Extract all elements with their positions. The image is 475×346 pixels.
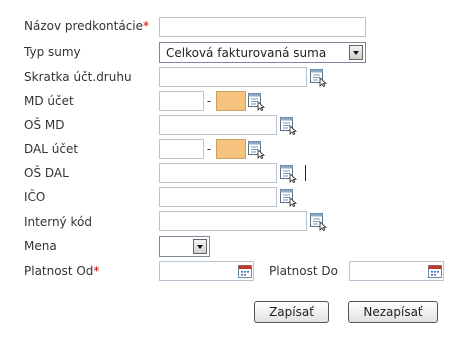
list-lookup-icon[interactable] [246,139,266,159]
list-lookup-icon[interactable] [278,115,298,135]
cancel-button[interactable]: Nezapísať [348,301,438,323]
interny-kod-label: Interný kód [24,215,92,229]
os-dal-label: OŠ DAL [24,166,69,180]
ico-label: IČO [24,190,46,204]
chevron-down-icon[interactable] [349,45,363,60]
platnost-do-label: Platnost Do [269,264,338,278]
text-cursor [305,165,306,181]
required-marker: * [143,19,150,33]
chevron-down-icon[interactable] [193,239,207,254]
calendar-icon[interactable] [235,261,255,281]
calendar-icon[interactable] [425,261,445,281]
os-dal-input[interactable] [159,163,277,183]
skratka-label: Skratka účt.druhu [24,70,132,84]
typ-sumy-select[interactable]: Celková fakturovaná suma [159,42,366,63]
dal-ucet-dash: - [206,142,212,156]
nazov-predkontacie-input[interactable] [159,17,366,37]
skratka-input[interactable] [159,67,307,87]
mena-label: Mena [24,239,57,253]
md-ucet-dash: - [206,94,212,108]
platnost-od-label: Platnost Od* [24,264,100,278]
ico-input[interactable] [159,187,277,207]
typ-sumy-selected-value: Celková fakturovaná suma [166,46,327,60]
list-lookup-icon[interactable] [246,91,266,111]
md-ucet-label: MD účet [24,94,74,108]
save-button[interactable]: Zapísať [254,301,329,323]
required-marker: * [93,264,100,278]
dal-ucet-analytic-input[interactable] [216,139,246,159]
nazov-predkontacie-label: Názov predkontácie* [24,19,150,33]
typ-sumy-label: Typ sumy [24,45,81,59]
interny-kod-input[interactable] [159,211,307,231]
os-md-label: OŠ MD [24,118,65,132]
mena-select[interactable] [159,236,210,257]
list-lookup-icon[interactable] [278,187,298,207]
dal-ucet-label: DAL účet [24,142,79,156]
md-ucet-input[interactable] [159,91,204,111]
list-lookup-icon[interactable] [278,163,298,183]
list-lookup-icon[interactable] [308,211,328,231]
md-ucet-analytic-input[interactable] [216,91,246,111]
dal-ucet-input[interactable] [159,139,204,159]
list-lookup-icon[interactable] [308,67,328,87]
os-md-input[interactable] [159,115,277,135]
